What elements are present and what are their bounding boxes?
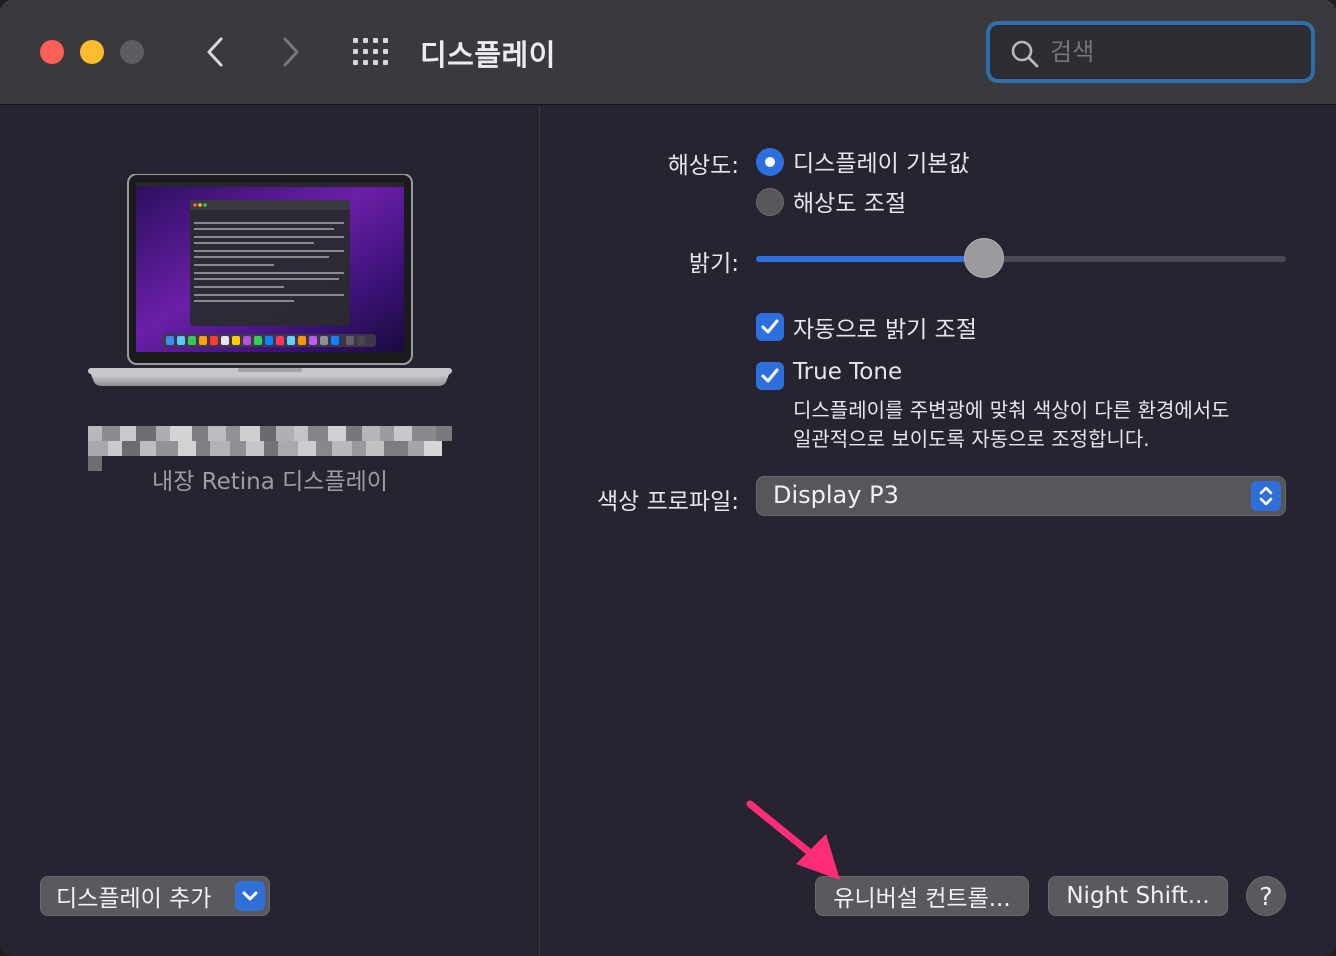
display-settings-pane: 해상도: 디스플레이 기본값 해상도 조절 밝기: 자동으로 밝기 조절 Tru… [541, 106, 1336, 956]
add-display-button[interactable]: 디스플레이 추가 [40, 876, 270, 916]
color-profile-popup[interactable]: Display P3 [756, 476, 1286, 516]
blurred-device-name [88, 426, 452, 471]
brightness-slider-knob[interactable] [964, 238, 1004, 278]
forward-chevron-icon[interactable] [272, 34, 308, 70]
resolution-label: 해상도: [667, 153, 739, 179]
checkmark-icon [761, 319, 779, 334]
brightness-slider[interactable] [756, 256, 1286, 262]
color-profile-value: Display P3 [773, 481, 899, 509]
macbook-laptop-image [88, 174, 452, 386]
true-tone-description-line-1: 디스플레이를 주변광에 맞춰 색상이 다른 환경에서도 [793, 398, 1230, 422]
updown-chevron-icon [1251, 481, 1281, 511]
auto-brightness-label[interactable]: 자동으로 밝기 조절 [793, 310, 977, 344]
add-display-label: 디스플레이 추가 [56, 886, 212, 912]
title-bar: 디스플레이 [0, 0, 1336, 105]
true-tone-description-line-2: 일관적으로 보이도록 자동으로 조정합니다. [793, 427, 1150, 451]
brightness-label: 밝기: [688, 251, 739, 277]
true-tone-label[interactable]: True Tone [793, 359, 902, 385]
display-name-label: 내장 Retina 디스플레이 [152, 469, 388, 495]
resolution-scaled-radio[interactable] [756, 188, 784, 216]
chevron-down-icon [235, 881, 265, 911]
color-profile-label: 색상 프로파일: [596, 489, 739, 515]
display-preferences-window: 디스플레이 검색 내장 Retina 디스플레이 디스플레이 추가 해상도: 디… [0, 0, 1336, 956]
search-input[interactable] [1050, 33, 1300, 71]
display-sidebar: 내장 Retina 디스플레이 디스플레이 추가 [0, 106, 540, 956]
close-window-button[interactable] [40, 40, 64, 64]
annotation-arrow-icon [746, 800, 840, 880]
search-field[interactable] [986, 21, 1315, 83]
checkmark-icon [761, 368, 779, 383]
zoom-window-button[interactable] [120, 40, 144, 64]
night-shift-button[interactable]: Night Shift... [1048, 876, 1228, 916]
show-all-grid-icon[interactable] [352, 36, 390, 68]
true-tone-checkbox[interactable] [756, 362, 784, 390]
help-button[interactable]: ? [1246, 876, 1286, 916]
auto-brightness-checkbox[interactable] [756, 313, 784, 341]
minimize-window-button[interactable] [80, 40, 104, 64]
resolution-default-radio[interactable] [756, 148, 784, 176]
resolution-scaled-label[interactable]: 해상도 조절 [793, 184, 906, 218]
window-title: 디스플레이 [420, 38, 556, 72]
true-tone-description: 디스플레이를 주변광에 맞춰 색상이 다른 환경에서도 일관적으로 보이도록 자… [793, 396, 1293, 454]
resolution-default-label[interactable]: 디스플레이 기본값 [793, 144, 970, 178]
search-icon [1011, 40, 1039, 68]
back-chevron-icon[interactable] [198, 34, 234, 70]
brightness-slider-fill [756, 256, 984, 262]
